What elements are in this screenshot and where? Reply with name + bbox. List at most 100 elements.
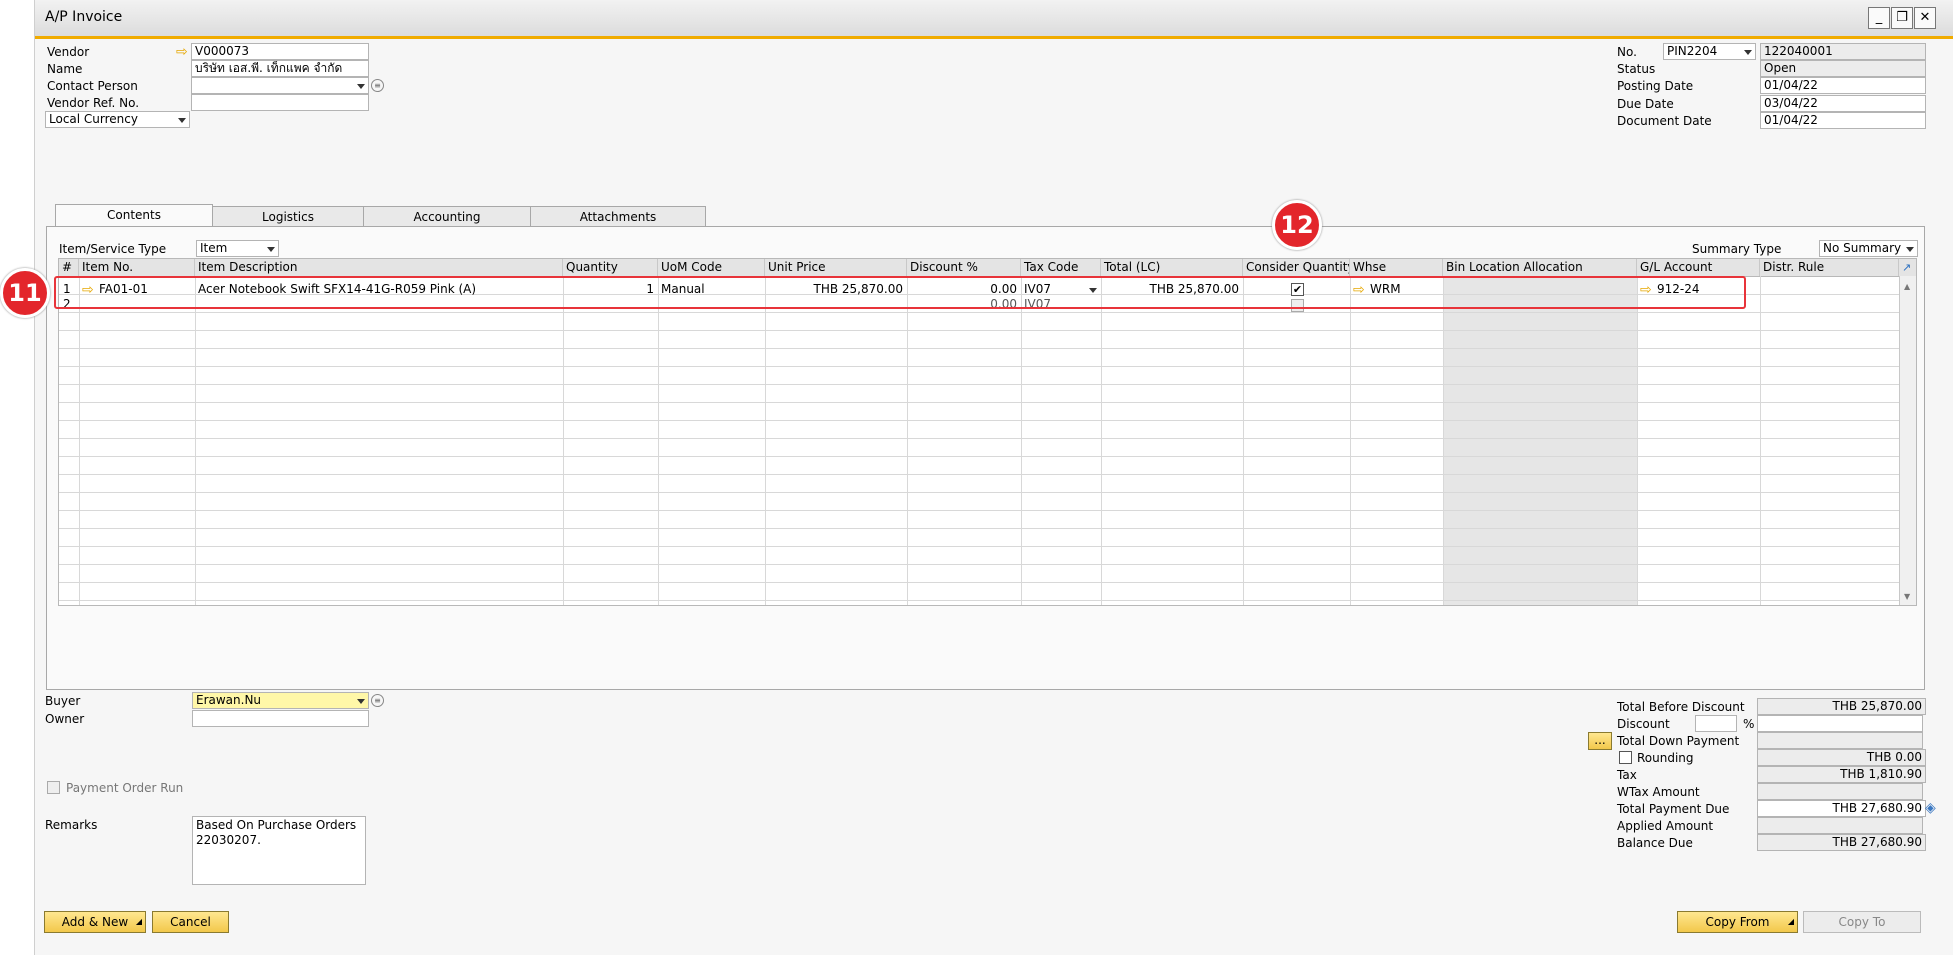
payment-order-run-checkbox[interactable] bbox=[47, 781, 60, 794]
discount-percent-field[interactable] bbox=[1695, 715, 1737, 732]
col-divider bbox=[1443, 276, 1444, 605]
vendor-ref-field[interactable] bbox=[191, 94, 369, 111]
scroll-up-icon[interactable]: ▲ bbox=[1904, 282, 1910, 291]
vendor-label: Vendor bbox=[47, 45, 90, 59]
tab-logistics[interactable]: Logistics bbox=[212, 206, 364, 227]
col-header-distr-rule[interactable]: Distr. Rule bbox=[1760, 259, 1899, 276]
row-divider bbox=[59, 456, 1899, 457]
info-icon[interactable]: ≡ bbox=[371, 79, 384, 92]
rounding-checkbox[interactable] bbox=[1619, 751, 1632, 764]
col-header-uom-code[interactable]: UoM Code bbox=[658, 259, 765, 276]
chevron-down-icon bbox=[267, 247, 275, 252]
col-header-item-no[interactable]: Item No. bbox=[79, 259, 195, 276]
series-select[interactable]: PIN2204 bbox=[1663, 43, 1756, 60]
row-divider bbox=[59, 366, 1899, 367]
col-header-total-lc[interactable]: Total (LC) bbox=[1101, 259, 1243, 276]
wtax-amount-label: WTax Amount bbox=[1617, 785, 1700, 799]
posting-date-field[interactable]: 01/04/22 bbox=[1760, 77, 1926, 94]
posting-date-label: Posting Date bbox=[1617, 79, 1694, 93]
wtax-amount-field bbox=[1757, 783, 1923, 800]
contact-person-label: Contact Person bbox=[47, 79, 138, 93]
items-grid: # Item No. Item Description Quantity UoM… bbox=[58, 258, 1917, 606]
row-divider bbox=[59, 348, 1899, 349]
row-divider bbox=[59, 384, 1899, 385]
vendor-link-arrow-icon[interactable]: ⇨ bbox=[176, 45, 190, 59]
down-payment-ellipsis-button[interactable]: ... bbox=[1588, 732, 1612, 750]
col-header-consider-quantity[interactable]: Consider Quantity bbox=[1243, 259, 1350, 276]
close-icon[interactable]: ✕ bbox=[1914, 7, 1936, 29]
col-header-quantity[interactable]: Quantity bbox=[563, 259, 658, 276]
grid-scrollbar[interactable]: ▲ ▼ bbox=[1899, 276, 1916, 605]
col-header-tax-code[interactable]: Tax Code bbox=[1021, 259, 1101, 276]
applied-amount-label: Applied Amount bbox=[1617, 819, 1714, 833]
row-divider bbox=[59, 420, 1899, 421]
col-header-item-description[interactable]: Item Description bbox=[195, 259, 563, 276]
copy-from-button[interactable]: Copy From ◢ bbox=[1677, 911, 1798, 933]
chevron-down-icon bbox=[1744, 50, 1752, 55]
row-highlight-box bbox=[54, 276, 1746, 309]
summary-type-label: Summary Type bbox=[1692, 242, 1782, 256]
rounding-field: THB 0.00 bbox=[1757, 749, 1926, 766]
chevron-down-icon bbox=[1906, 247, 1914, 252]
item-type-label: Item/Service Type bbox=[59, 242, 167, 256]
name-field[interactable]: บริษัท เอส.พี. เท็กแพค จำกัด bbox=[191, 60, 369, 77]
total-down-payment-label: Total Down Payment bbox=[1617, 734, 1740, 748]
split-arrow-icon[interactable]: ◢ bbox=[136, 912, 142, 932]
col-header-bin-location[interactable]: Bin Location Allocation bbox=[1443, 259, 1637, 276]
item-type-select[interactable]: Item bbox=[196, 240, 279, 257]
minimize-icon[interactable]: _ bbox=[1868, 7, 1890, 29]
owner-field[interactable] bbox=[192, 710, 369, 727]
applied-amount-field bbox=[1757, 817, 1923, 834]
step-badge-12: 12 bbox=[1272, 200, 1322, 250]
total-down-payment-field bbox=[1757, 732, 1923, 749]
vendor-field[interactable]: V000073 bbox=[191, 43, 369, 60]
copy-from-label: Copy From bbox=[1705, 915, 1770, 929]
col-divider bbox=[765, 276, 766, 605]
rounding-label: Rounding bbox=[1637, 751, 1694, 765]
buyer-select[interactable]: Erawan.Nu bbox=[192, 692, 369, 709]
col-header-unit-price[interactable]: Unit Price bbox=[765, 259, 907, 276]
col-divider bbox=[1760, 276, 1761, 605]
total-payment-due-field[interactable]: THB 27,680.90 bbox=[1757, 800, 1926, 817]
chevron-down-icon bbox=[178, 118, 186, 123]
status-label: Status bbox=[1617, 62, 1656, 76]
tab-accounting[interactable]: Accounting bbox=[363, 206, 531, 227]
step-badge-11: 11 bbox=[0, 268, 50, 318]
title-bar: A/P Invoice _ ❐ ✕ bbox=[35, 0, 1953, 39]
row-divider bbox=[59, 600, 1899, 601]
tax-label: Tax bbox=[1617, 768, 1637, 782]
chevron-down-icon bbox=[357, 84, 365, 89]
col-header-discount[interactable]: Discount % bbox=[907, 259, 1021, 276]
info-icon[interactable]: ≡ bbox=[371, 694, 384, 707]
summary-type-select[interactable]: No Summary bbox=[1819, 240, 1918, 257]
bin-location-column-shading bbox=[1443, 276, 1637, 605]
col-header-whse[interactable]: Whse bbox=[1350, 259, 1443, 276]
document-date-field[interactable]: 01/04/22 bbox=[1760, 112, 1926, 129]
restore-icon[interactable]: ❐ bbox=[1891, 7, 1913, 29]
scroll-down-icon[interactable]: ▼ bbox=[1904, 592, 1910, 601]
col-header-num[interactable]: # bbox=[59, 259, 79, 276]
contact-person-field[interactable] bbox=[191, 77, 369, 94]
row-divider bbox=[59, 492, 1899, 493]
document-date-label: Document Date bbox=[1617, 114, 1712, 128]
discount-amount-field[interactable] bbox=[1757, 715, 1923, 732]
col-divider bbox=[907, 276, 908, 605]
tax-field: THB 1,810.90 bbox=[1757, 766, 1926, 783]
currency-select[interactable]: Local Currency bbox=[45, 111, 190, 128]
vendor-ref-label: Vendor Ref. No. bbox=[47, 96, 140, 110]
add-new-button[interactable]: Add & New ◢ bbox=[44, 911, 146, 933]
currency-coins-icon[interactable]: ◈ bbox=[1925, 800, 1936, 816]
col-header-gl-account[interactable]: G/L Account bbox=[1637, 259, 1760, 276]
split-arrow-icon[interactable]: ◢ bbox=[1788, 912, 1794, 932]
copy-to-button[interactable]: Copy To bbox=[1803, 911, 1921, 933]
summary-type-value: No Summary bbox=[1823, 241, 1902, 255]
tab-attachments[interactable]: Attachments bbox=[530, 206, 706, 227]
buyer-value: Erawan.Nu bbox=[196, 693, 262, 707]
due-date-label: Due Date bbox=[1617, 97, 1674, 111]
cancel-button[interactable]: Cancel bbox=[152, 911, 229, 933]
tab-contents[interactable]: Contents bbox=[55, 204, 213, 227]
due-date-field[interactable]: 03/04/22 bbox=[1760, 95, 1926, 112]
document-number-field[interactable]: 122040001 bbox=[1760, 43, 1926, 60]
remarks-textarea[interactable]: Based On Purchase Orders 22030207. bbox=[192, 816, 366, 885]
expand-columns-icon[interactable]: ↗ bbox=[1899, 259, 1916, 276]
